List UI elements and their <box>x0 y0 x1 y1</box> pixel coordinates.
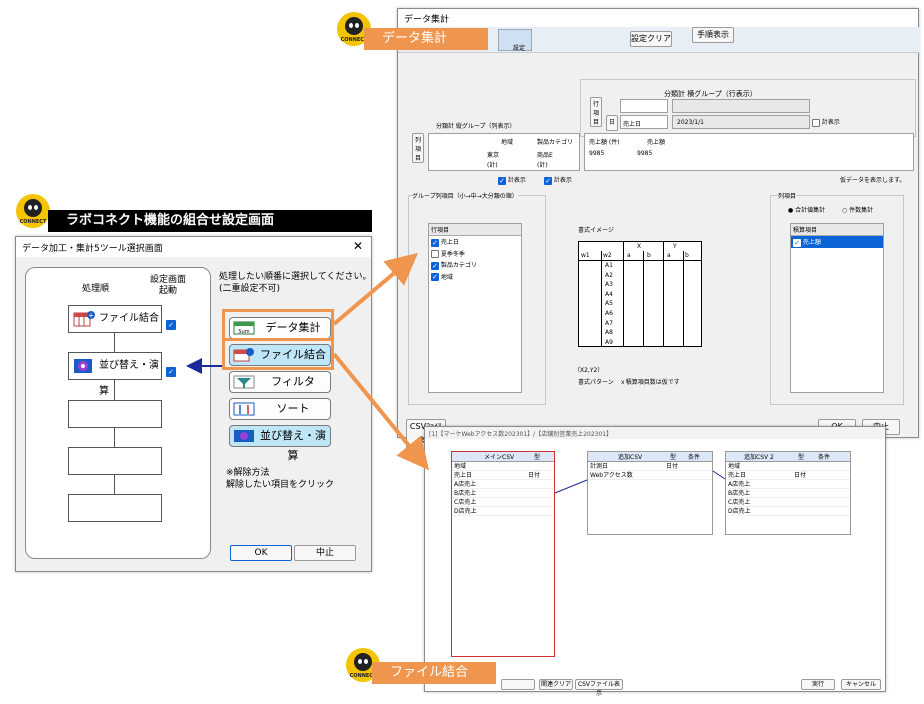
combo-setting-banner: ラボコネクト機能の組合せ設定画面 <box>48 210 372 232</box>
file-merge-banner: ファイル結合 <box>372 662 496 684</box>
connector-arrows <box>186 252 430 471</box>
aggregation-banner: データ集計 <box>364 28 488 50</box>
connect-logo: CONNECT <box>16 194 50 228</box>
